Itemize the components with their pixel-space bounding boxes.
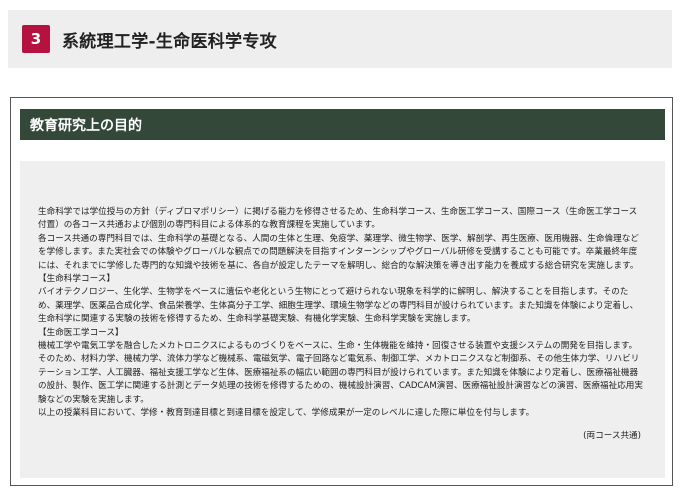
paragraph-life-science: バイオテクノロジー、生化学、生物学をベースに遺伝や老化という生物にとって避けられ… <box>38 287 639 325</box>
paragraph-intro: 生命科学では学位授与の方針（ディプロマポリシー）に掲げる能力を修得させるため、生… <box>38 207 638 231</box>
paragraph-biomedical-engineering: 機械工学や電気工学を融合したメカトロニクスによるものづくりをベースに、生命・生体… <box>38 341 643 405</box>
panel-heading: 教育研究上の目的 <box>20 109 665 140</box>
paragraph-credits: 以上の授業科目において、学修・教育到達目標と到達目標を設定して、学修成果が一定の… <box>38 408 535 419</box>
section-title: 系統理工学-生命医科学专攻 <box>62 31 277 52</box>
paragraph-common: 各コース共通の専門科目では、生命科学の基礎となる、人間の生体と生理、免疫学、薬理… <box>38 233 639 271</box>
panel-body: 生命科学では学位授与の方針（ディプロマポリシー）に掲げる能力を修得させるため、生… <box>20 161 665 478</box>
footnote: (両コース共通) <box>583 430 641 441</box>
purpose-panel: 教育研究上の目的 生命科学では学位授与の方針（ディプロマポリシー）に掲げる能力を… <box>10 97 673 486</box>
course-heading-life-science: 【生命科学コース】 <box>38 274 115 285</box>
section-number-badge: 3 <box>22 25 50 53</box>
course-heading-biomedical-engineering: 【生命医工学コース】 <box>38 327 124 338</box>
section-header: 3 系統理工学-生命医科学专攻 <box>8 10 672 68</box>
